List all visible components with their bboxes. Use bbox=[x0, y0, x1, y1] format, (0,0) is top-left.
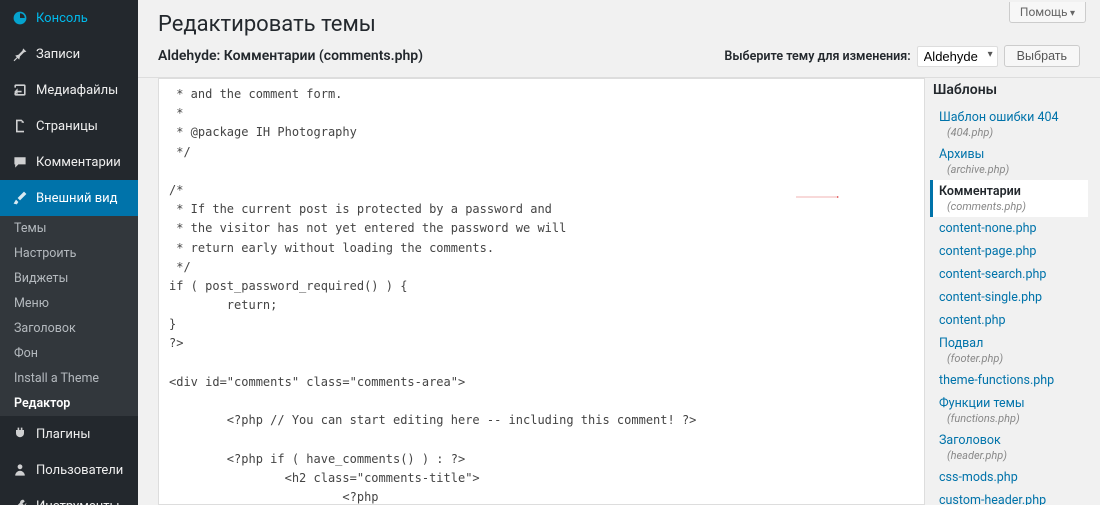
menu-console[interactable]: Консоль bbox=[0, 0, 138, 36]
template-item[interactable]: custom-header.php bbox=[930, 489, 1088, 505]
template-item[interactable]: Подвал(footer.php) bbox=[930, 332, 1088, 369]
tools-icon bbox=[10, 496, 30, 505]
submenu-customize[interactable]: Настроить bbox=[0, 241, 138, 266]
menu-label: Страницы bbox=[36, 119, 98, 134]
help-button[interactable]: Помощь bbox=[1009, 2, 1086, 23]
submenu-widgets[interactable]: Виджеты bbox=[0, 266, 138, 291]
template-item[interactable]: content.php bbox=[930, 309, 1088, 332]
menu-label: Медиафайлы bbox=[36, 83, 118, 98]
menu-users[interactable]: Пользователи bbox=[0, 452, 138, 488]
menu-tools[interactable]: Инструменты bbox=[0, 488, 138, 505]
template-filename: (footer.php) bbox=[939, 352, 1082, 365]
comments-icon bbox=[10, 152, 30, 172]
templates-panel: Шаблоны Шаблон ошибки 404(404.php)Архивы… bbox=[925, 78, 1100, 505]
submenu-themes[interactable]: Темы bbox=[0, 216, 138, 241]
admin-sidebar: Консоль Записи Медиафайлы Страницы Комме… bbox=[0, 0, 138, 505]
template-filename: (404.php) bbox=[939, 126, 1082, 139]
template-filename: (comments.php) bbox=[939, 200, 1082, 213]
pages-icon bbox=[10, 116, 30, 136]
template-item[interactable]: content-page.php bbox=[930, 240, 1088, 263]
submenu-menus[interactable]: Меню bbox=[0, 291, 138, 316]
menu-label: Пользователи bbox=[36, 463, 123, 478]
users-icon bbox=[10, 460, 30, 480]
template-item[interactable]: content-single.php bbox=[930, 286, 1088, 309]
template-item[interactable]: Заголовок(header.php) bbox=[930, 429, 1088, 466]
template-filename: (archive.php) bbox=[939, 163, 1082, 176]
templates-heading: Шаблоны bbox=[933, 82, 1088, 98]
submenu-install-theme[interactable]: Install a Theme bbox=[0, 366, 138, 391]
menu-label: Записи bbox=[36, 47, 80, 62]
template-item[interactable]: Шаблон ошибки 404(404.php) bbox=[930, 106, 1088, 143]
menu-plugins[interactable]: Плагины bbox=[0, 416, 138, 452]
theme-select-label: Выберите тему для изменения: bbox=[724, 49, 910, 64]
template-item[interactable]: Комментарии(comments.php) bbox=[930, 180, 1088, 217]
theme-select[interactable]: Aldehyde bbox=[917, 46, 998, 67]
media-icon bbox=[10, 80, 30, 100]
submenu-background[interactable]: Фон bbox=[0, 341, 138, 366]
code-editor[interactable] bbox=[158, 78, 925, 505]
menu-label: Плагины bbox=[36, 427, 90, 442]
plugin-icon bbox=[10, 424, 30, 444]
submenu-header[interactable]: Заголовок bbox=[0, 316, 138, 341]
menu-label: Внешний вид bbox=[36, 191, 118, 206]
template-item[interactable]: Функции темы(functions.php) bbox=[930, 392, 1088, 429]
template-item[interactable]: Архивы(archive.php) bbox=[930, 143, 1088, 180]
template-item[interactable]: theme-functions.php bbox=[930, 369, 1088, 392]
select-theme-button[interactable]: Выбрать bbox=[1004, 45, 1080, 67]
file-subtitle: Aldehyde: Комментарии (comments.php) bbox=[158, 48, 423, 64]
template-filename: (functions.php) bbox=[939, 412, 1082, 425]
code-editor-wrap bbox=[158, 78, 925, 505]
template-item[interactable]: content-search.php bbox=[930, 263, 1088, 286]
menu-label: Инструменты bbox=[36, 499, 120, 505]
template-filename: (header.php) bbox=[939, 449, 1082, 462]
template-item[interactable]: css-mods.php bbox=[930, 466, 1088, 489]
template-item[interactable]: content-none.php bbox=[930, 217, 1088, 240]
menu-comments[interactable]: Комментарии bbox=[0, 144, 138, 180]
page-title: Редактировать темы bbox=[138, 0, 1100, 45]
menu-label: Комментарии bbox=[36, 155, 121, 170]
brush-icon bbox=[10, 188, 30, 208]
menu-pages[interactable]: Страницы bbox=[0, 108, 138, 144]
main-content: Помощь Редактировать темы Aldehyde: Комм… bbox=[138, 0, 1100, 505]
menu-label: Консоль bbox=[36, 11, 88, 26]
menu-appearance[interactable]: Внешний вид bbox=[0, 180, 138, 216]
pin-icon bbox=[10, 44, 30, 64]
menu-posts[interactable]: Записи bbox=[0, 36, 138, 72]
menu-media[interactable]: Медиафайлы bbox=[0, 72, 138, 108]
submenu-editor[interactable]: Редактор bbox=[0, 391, 138, 416]
dashboard-icon bbox=[10, 8, 30, 28]
